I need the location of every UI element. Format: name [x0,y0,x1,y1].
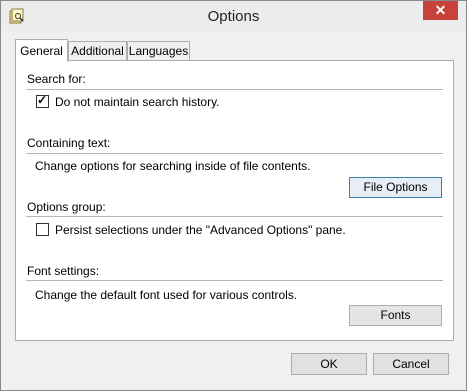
tab-additional[interactable]: Additional [68,41,127,60]
cancel-button[interactable]: Cancel [373,353,449,375]
close-button[interactable]: ✕ [423,1,458,20]
search-for-label: Search for: [27,72,86,86]
options-group-divider [26,216,443,217]
fonts-button[interactable]: Fonts [349,305,442,326]
tab-general[interactable]: General [15,39,68,62]
close-icon: ✕ [434,2,447,18]
no-search-history-label[interactable]: Do not maintain search history. [55,95,220,109]
title-bar: Options ✕ [1,1,466,31]
font-settings-divider [26,280,443,281]
window-title: Options [207,8,260,25]
options-group-label: Options group: [27,200,106,214]
font-settings-description: Change the default font used for various… [35,288,298,302]
file-options-button[interactable]: File Options [349,177,442,198]
search-for-divider [26,89,443,90]
containing-text-label: Containing text: [27,136,111,150]
containing-text-divider [26,153,443,154]
containing-text-description: Change options for searching inside of f… [35,159,311,173]
no-search-history-checkbox[interactable]: ✓ [36,93,49,108]
persist-selections-label[interactable]: Persist selections under the "Advanced O… [55,223,346,237]
ok-button[interactable]: OK [291,353,367,375]
font-settings-label: Font settings: [27,264,100,278]
persist-selections-checkbox[interactable] [36,223,49,236]
checkmark-icon: ✓ [37,93,48,107]
options-dialog: Options ✕ General Additional Languages S… [0,0,467,391]
general-tab-panel: Search for: ✓ Do not maintain search his… [15,60,454,341]
tab-languages[interactable]: Languages [127,41,190,60]
